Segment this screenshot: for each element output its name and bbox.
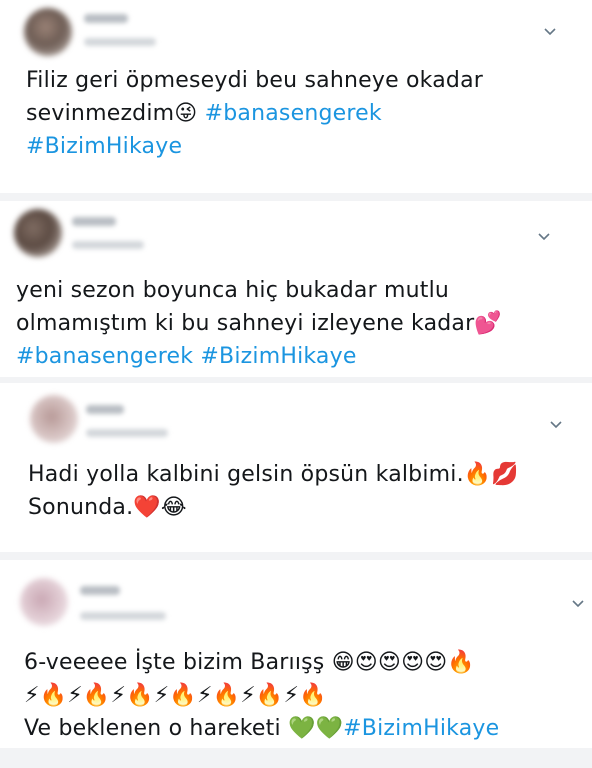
tweet-text: yeni sezon boyunca hiç bukadar mutlu olm… bbox=[16, 274, 502, 373]
hashtag-link[interactable]: #BizimHikaye bbox=[26, 134, 182, 159]
author-name[interactable] bbox=[86, 405, 124, 414]
chevron-down-icon[interactable] bbox=[570, 596, 586, 612]
author-name[interactable] bbox=[72, 217, 116, 226]
tweet-text: Filiz geri öpmeseydi beu sahneye okadar … bbox=[26, 64, 483, 163]
author-handle bbox=[86, 429, 168, 437]
tweet-card: Hadi yolla kalbini gelsin öpsün kalbimi.… bbox=[0, 383, 592, 538]
avatar[interactable] bbox=[14, 209, 62, 257]
avatar[interactable] bbox=[24, 8, 72, 56]
avatar[interactable] bbox=[20, 578, 68, 626]
tweet-text-line: Ve beklenen o hareketi 💚💚 bbox=[24, 716, 344, 741]
author-handle bbox=[84, 38, 156, 46]
tweet-text-line: yeni sezon boyunca hiç bukadar mutlu bbox=[16, 278, 450, 303]
hashtag-link[interactable]: #BizimHikaye bbox=[343, 716, 499, 741]
hashtag-link[interactable]: #BizimHikaye bbox=[200, 344, 356, 369]
chevron-down-icon[interactable] bbox=[548, 417, 564, 433]
author-name[interactable] bbox=[84, 14, 128, 23]
tweet-card: 6-veeeee İşte bizim Barıışş 😁😍😍😍😍🔥 ⚡🔥⚡🔥⚡… bbox=[0, 560, 592, 748]
tweet-text-line: olmamıştım ki bu sahneyi izleyene kadar💕 bbox=[16, 311, 502, 336]
tweet-text-line: Hadi yolla kalbini gelsin öpsün kalbimi.… bbox=[28, 462, 519, 487]
hashtag-link[interactable]: #banasengerek bbox=[205, 101, 382, 126]
tweet-text-line: Sonunda.❤️😂 bbox=[28, 495, 187, 520]
tweet-text-line: 6-veeeee İşte bizim Barıışş 😁😍😍😍😍🔥 bbox=[24, 650, 475, 675]
tweet-text-line: sevinmezdim😜 bbox=[26, 101, 205, 126]
divider bbox=[0, 552, 592, 560]
tweet-card: Filiz geri öpmeseydi beu sahneye okadar … bbox=[0, 0, 592, 195]
hashtag-link[interactable]: #banasengerek bbox=[16, 344, 193, 369]
tweet-card: yeni sezon boyunca hiç bukadar mutlu olm… bbox=[0, 201, 592, 377]
author-handle bbox=[72, 241, 144, 249]
author-name[interactable] bbox=[80, 586, 120, 595]
chevron-down-icon[interactable] bbox=[542, 24, 558, 40]
chevron-down-icon[interactable] bbox=[536, 229, 552, 245]
tweet-text-line: ⚡🔥⚡🔥⚡🔥⚡🔥⚡🔥⚡🔥⚡🔥 bbox=[24, 683, 327, 708]
tweet-text-line: Filiz geri öpmeseydi beu sahneye okadar bbox=[26, 68, 483, 93]
tweet-text: 6-veeeee İşte bizim Barıışş 😁😍😍😍😍🔥 ⚡🔥⚡🔥⚡… bbox=[24, 646, 499, 745]
divider bbox=[0, 193, 592, 201]
bottom-strip bbox=[0, 748, 592, 768]
author-handle bbox=[80, 612, 166, 620]
avatar[interactable] bbox=[30, 395, 78, 443]
tweet-text: Hadi yolla kalbini gelsin öpsün kalbimi.… bbox=[28, 458, 519, 524]
